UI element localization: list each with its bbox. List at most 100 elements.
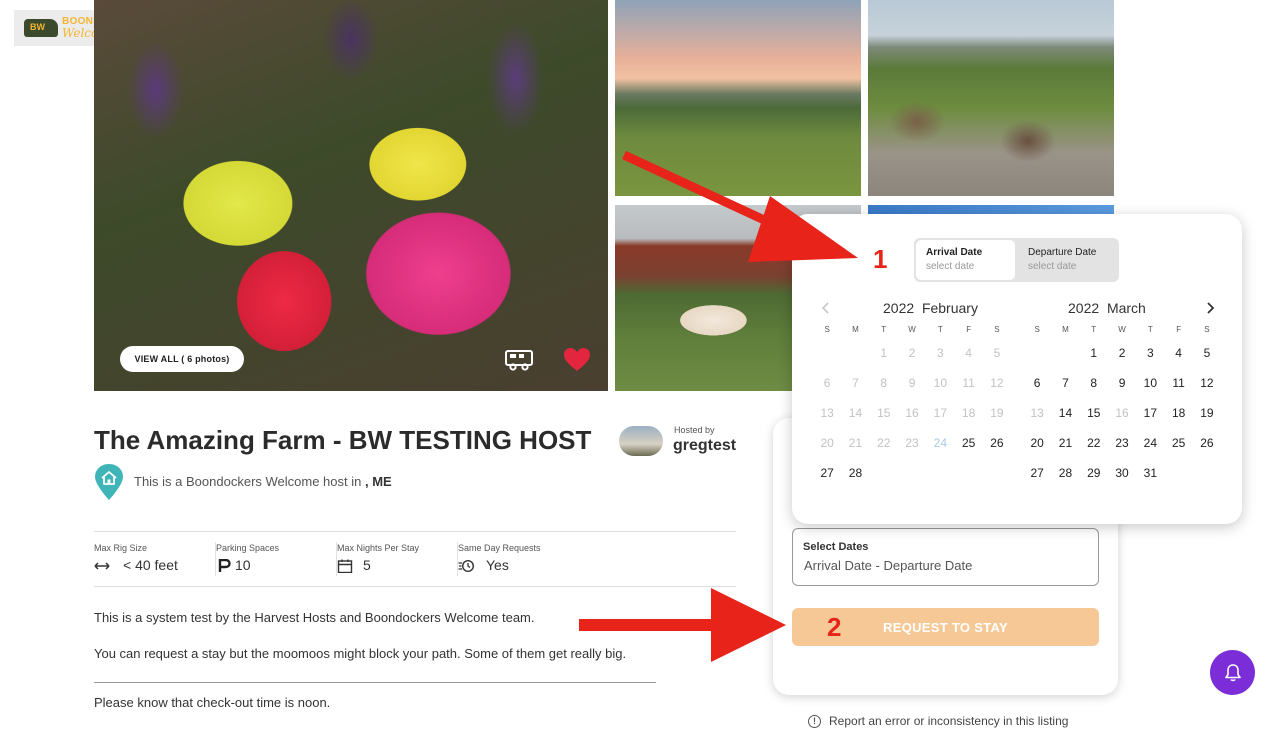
- bw-van-icon: [24, 19, 58, 37]
- host-name[interactable]: gregtest: [673, 437, 736, 455]
- photo-sunset-field[interactable]: [615, 0, 861, 196]
- photo-dogs[interactable]: [868, 0, 1114, 196]
- calendar-day: 20: [820, 436, 834, 450]
- calendar-empty-cell: [841, 338, 869, 368]
- calendar-day: 22: [877, 436, 891, 450]
- calendar-empty-cell: [1051, 338, 1079, 368]
- prev-month-chevron-icon[interactable]: [819, 301, 833, 315]
- calendar-day[interactable]: 2: [1108, 338, 1136, 368]
- calendar-day[interactable]: 25: [1164, 428, 1192, 458]
- report-text: Report an error or inconsistency in this…: [829, 714, 1069, 728]
- report-error-link[interactable]: ! Report an error or inconsistency in th…: [808, 714, 1068, 728]
- calendar-day[interactable]: 26: [983, 428, 1011, 458]
- stat-value: Yes: [486, 557, 509, 573]
- select-dates-field[interactable]: Select Dates Arrival Date - Departure Da…: [792, 528, 1099, 586]
- calendar-day: 6: [823, 376, 831, 390]
- month-name: March: [1106, 300, 1146, 316]
- date-tabs: Arrival Date select date Departure Date …: [914, 238, 1119, 282]
- listing-title: The Amazing Farm - BW TESTING HOST: [94, 425, 592, 455]
- month-year: 2022: [1068, 300, 1100, 316]
- calendar-day[interactable]: 18: [1164, 398, 1192, 428]
- calendar-day: 2: [908, 346, 916, 360]
- calendar-day[interactable]: 28: [1051, 458, 1079, 488]
- calendar-day[interactable]: 14: [1051, 398, 1079, 428]
- calendar-day[interactable]: 30: [1108, 458, 1136, 488]
- calendar-day[interactable]: 24: [1136, 428, 1164, 458]
- calendar-day[interactable]: 26: [1193, 428, 1221, 458]
- parking-icon: [218, 559, 231, 572]
- calendar-day: 13: [820, 406, 834, 420]
- calendar-day[interactable]: 8: [1080, 368, 1108, 398]
- calendar-day[interactable]: 6: [1023, 368, 1051, 398]
- stat-parking-spaces: Parking Spaces 10: [215, 542, 336, 576]
- calendar-day[interactable]: 31: [1136, 458, 1164, 488]
- main-photo-flowers[interactable]: [94, 0, 608, 391]
- annotation-step-2: 2: [827, 612, 842, 642]
- description-p2: You can request a stay but the moomoos m…: [94, 646, 627, 661]
- calendar-day[interactable]: 22: [1080, 428, 1108, 458]
- weekday-label: W: [1118, 325, 1126, 334]
- calendar-empty-cell: [813, 338, 841, 368]
- calendar-day[interactable]: 7: [1051, 368, 1079, 398]
- notifications-button[interactable]: [1210, 650, 1255, 695]
- weekday-label: M: [852, 325, 859, 334]
- calendar-empty-cell: [954, 458, 982, 488]
- month-title-feb: 2022 February: [883, 300, 978, 316]
- select-dates-label: Select Dates: [803, 541, 869, 553]
- description-p3: Please know that check-out time is noon.: [94, 695, 331, 710]
- calendar-empty-cell: [926, 458, 954, 488]
- calendar-day[interactable]: 11: [1164, 368, 1192, 398]
- calendar-day[interactable]: 17: [1136, 398, 1164, 428]
- bell-icon: [1224, 663, 1241, 681]
- next-month-chevron-icon[interactable]: [1203, 301, 1217, 315]
- stat-label: Max Nights Per Stay: [337, 543, 420, 553]
- calendar-empty-cell: [983, 458, 1011, 488]
- host-avatar[interactable]: [619, 426, 663, 456]
- month-name: February: [921, 300, 978, 316]
- divider-top: [94, 531, 736, 532]
- view-all-photos-button[interactable]: VIEW ALL ( 6 photos): [120, 346, 244, 372]
- calendar-day: 15: [877, 406, 891, 420]
- host-stats: Max Rig Size < 40 feet Parking Spaces 10…: [94, 542, 578, 576]
- calendar-day[interactable]: 10: [1136, 368, 1164, 398]
- divider-mid: [94, 586, 736, 587]
- departure-date-tab[interactable]: Departure Date select date: [1018, 240, 1117, 280]
- calendar-day: 1: [880, 346, 888, 360]
- calendar-day[interactable]: 21: [1051, 428, 1079, 458]
- annotation-step-1: 1: [873, 244, 888, 274]
- weekday-label: S: [1034, 325, 1040, 334]
- calendar-day[interactable]: 9: [1108, 368, 1136, 398]
- calendar-day[interactable]: 3: [1136, 338, 1164, 368]
- weekday-label: F: [1176, 325, 1182, 334]
- calendar-day[interactable]: 19: [1193, 398, 1221, 428]
- weekday-label: T: [937, 325, 943, 334]
- calendar-day[interactable]: 27: [813, 458, 841, 488]
- calendar-day: 4: [965, 346, 972, 360]
- stat-label: Max Rig Size: [94, 543, 148, 553]
- rv-icon[interactable]: [504, 348, 536, 372]
- calendar-day[interactable]: 15: [1080, 398, 1108, 428]
- calendar-day: 24: [933, 436, 948, 450]
- location-state: , ME: [364, 474, 392, 489]
- calendar-day[interactable]: 25: [954, 428, 982, 458]
- weekday-label: S: [1204, 325, 1210, 334]
- calendar-day[interactable]: 20: [1023, 428, 1051, 458]
- calendar-day[interactable]: 5: [1193, 338, 1221, 368]
- weekday-label: W: [908, 325, 916, 334]
- calendar-day: 16: [905, 406, 919, 420]
- arrival-date-tab[interactable]: Arrival Date select date: [916, 240, 1015, 280]
- calendar-day[interactable]: 28: [841, 458, 869, 488]
- calendar-day[interactable]: 29: [1080, 458, 1108, 488]
- calendar-day[interactable]: 12: [1193, 368, 1221, 398]
- stat-same-day-requests: Same Day Requests Yes: [457, 542, 578, 576]
- calendar-day[interactable]: 1: [1080, 338, 1108, 368]
- departure-date-placeholder: select date: [1028, 261, 1077, 272]
- calendar-day[interactable]: 4: [1164, 338, 1192, 368]
- calendar-day: 3: [936, 346, 944, 360]
- calendar-day[interactable]: 23: [1108, 428, 1136, 458]
- favorite-heart-icon[interactable]: [563, 347, 591, 373]
- calendar-empty-cell: [1164, 458, 1192, 488]
- calendar-day: 13: [1030, 406, 1044, 420]
- calendar-day[interactable]: 27: [1023, 458, 1051, 488]
- info-icon: !: [808, 714, 821, 728]
